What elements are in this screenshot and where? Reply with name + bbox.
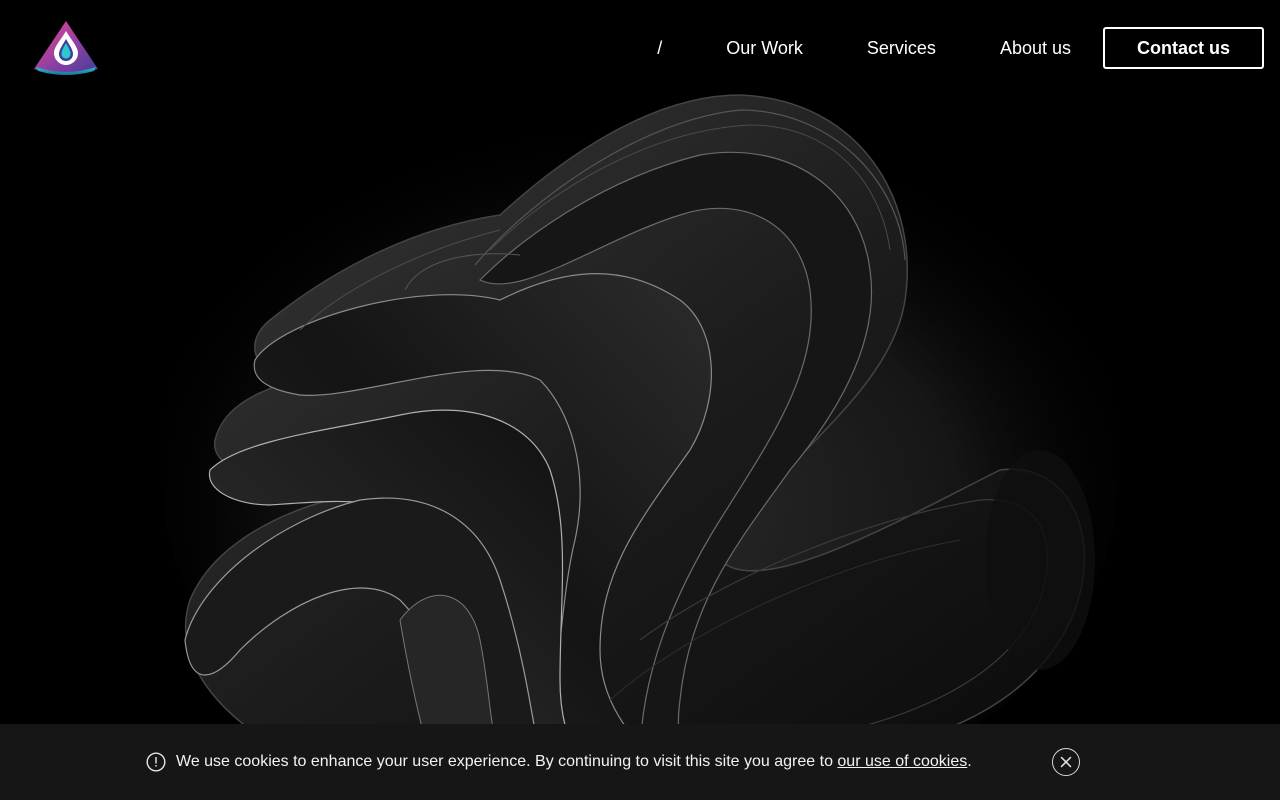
nav-about-us-link[interactable]: About us [1000, 27, 1071, 69]
cookie-message-text: We use cookies to enhance your user expe… [176, 753, 838, 770]
cookie-message: We use cookies to enhance your user expe… [176, 751, 972, 773]
contact-us-button[interactable]: Contact us [1103, 27, 1264, 69]
hero-abstract-art [160, 94, 1120, 800]
droplet-triangle-logo-icon[interactable] [32, 19, 100, 77]
nav-home-link[interactable]: / [657, 27, 662, 69]
page: / Our Work Services About us Contact us … [0, 0, 1280, 800]
close-circle-icon [1060, 756, 1072, 768]
site-header: / Our Work Services About us Contact us [0, 0, 1280, 96]
main-nav: / Our Work Services About us Contact us [657, 27, 1264, 69]
cookie-message-suffix: . [967, 753, 972, 770]
cookie-banner: We use cookies to enhance your user expe… [0, 724, 1280, 800]
info-circle-icon [146, 752, 166, 772]
cookie-close-button[interactable] [1052, 748, 1080, 776]
nav-our-work-link[interactable]: Our Work [726, 27, 803, 69]
cookie-policy-link[interactable]: our use of cookies [837, 753, 967, 770]
nav-services-link[interactable]: Services [867, 27, 936, 69]
